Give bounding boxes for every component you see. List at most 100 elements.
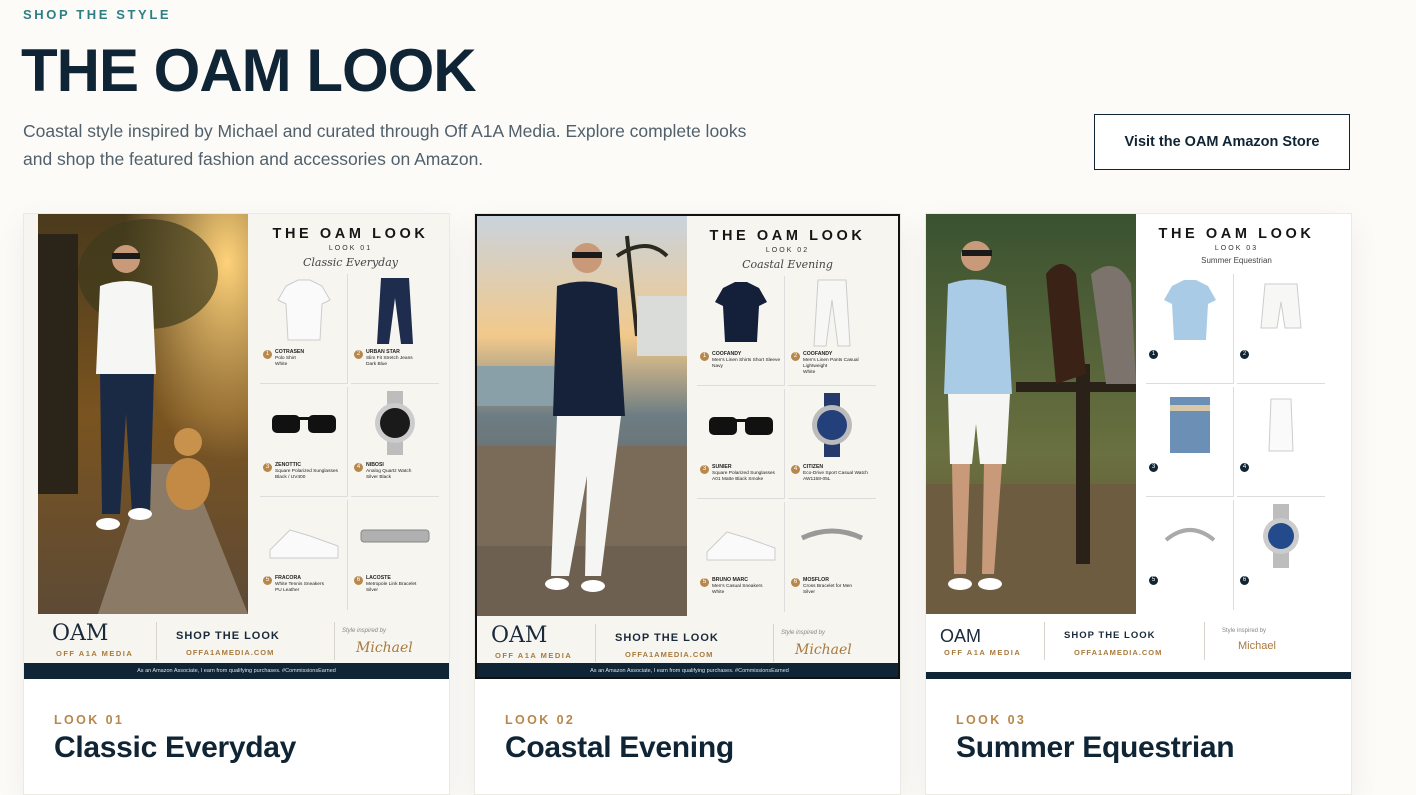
item-color: AW1158-05L [803,477,831,482]
item-desc: Polo Shirt [275,356,296,361]
look-title[interactable]: Classic Everyday [54,731,296,765]
signature: Michael [795,642,852,658]
item-number: 2 [791,352,800,361]
product-item[interactable]: 3 SUNIER Square Polarized Sunglasses A01 M… [697,389,785,499]
item-number: 3 [263,463,272,472]
item-color: White [712,590,725,595]
item-number: 4 [1240,463,1249,472]
look-poster[interactable]: THE OAM LOOK LOOK 02 Coastal Evening 1 C… [475,214,900,679]
oam-logo-sub: OFF A1A MEDIA [56,649,134,658]
item-number: 6 [354,576,363,585]
amazon-store-button[interactable]: Visit the OAM Amazon Store [1094,114,1350,170]
item-number: 1 [263,350,272,359]
look-number: LOOK 01 [54,713,125,727]
product-item[interactable]: 3 [1146,387,1234,497]
product-item[interactable]: 6 MOSFLOR Cross Bracelet for Men Silver [788,502,876,612]
product-item[interactable]: 4 [1237,387,1325,497]
poster-look-number: LOOK 01 [328,245,373,252]
item-brand: NIBOSI [366,462,384,468]
shop-the-look-label: SHOP THE LOOK [1064,630,1156,641]
product-item[interactable]: 1 COTRASEN Polo Shirt White [260,274,348,384]
item-number: 3 [700,465,709,474]
product-item[interactable]: 1 COOFANDY Men's Linen Shirts Short Sleev… [697,276,785,386]
woven-belt-icon [1170,397,1210,453]
inspired-label: Style inspired by [342,628,387,634]
product-item[interactable]: 5 FRACORA White Tennis Sneakers PU Leather [260,500,348,610]
item-desc: Men's Linen Shirts Short Sleeve [712,358,781,363]
affiliate-disclaimer [926,672,1351,679]
item-color: Dark Blue [366,362,388,367]
sneaker-icon [269,529,339,559]
look-card-3[interactable]: THE OAM LOOK LOOK 03 Summer Equestrian 1… [925,213,1352,795]
footer-divider [156,622,157,660]
sunglasses-icon [272,415,336,433]
look-poster[interactable]: THE OAM LOOK LOOK 03 Summer Equestrian 1… [926,214,1351,679]
product-item[interactable]: 2 [1237,274,1325,384]
signature: Michael [356,640,413,656]
model-photo [38,214,248,614]
oam-logo-sub: OFF A1A MEDIA [495,651,573,660]
signature: Michael [1238,640,1276,652]
item-number: 4 [791,465,800,474]
linen-pants-icon [813,279,851,347]
look-title[interactable]: Coastal Evening [505,731,734,765]
poster-footer: OAM OFF A1A MEDIA SHOP THE LOOK OFFA1AME… [926,618,1337,663]
look-title[interactable]: Summer Equestrian [956,731,1235,765]
affiliate-disclaimer: As an Amazon Associate, I earn from qual… [477,663,898,677]
affiliate-disclaimer: As an Amazon Associate, I earn from qual… [24,663,449,679]
item-number: 1 [700,352,709,361]
item-color: Navy [712,364,723,369]
model-photo [926,214,1136,614]
look-card-1[interactable]: THE OAM LOOK LOOK 01 Classic Everyday 1 … [23,213,450,795]
item-number: 1 [1149,350,1158,359]
item-color: Silver Black [366,475,392,480]
polo-shirt-icon [277,279,331,341]
item-color: Black / UV400 [275,475,306,480]
poster-look-number: LOOK 03 [1214,245,1259,252]
product-item[interactable]: 6 LACOSTE Metropole Link Bracelet Silver [351,500,439,610]
item-color: Silver [366,588,378,593]
item-color: White [275,362,288,367]
item-desc: Eco-Drive Sport Casual Watch [803,471,868,476]
product-item[interactable]: 2 COOFANDY Men's Linen Pants Casual Light… [788,276,876,386]
item-desc: Square Polarized Sunglasses [712,471,775,476]
item-color: Silver [803,590,815,595]
product-item[interactable]: 5 [1146,500,1234,610]
item-desc: Cross Bracelet for Men [803,584,853,589]
bracelet-icon [360,529,430,543]
item-color: White [803,370,816,375]
product-item[interactable]: 4 CITIZEN Eco-Drive Sport Casual Watch AW1… [788,389,876,499]
item-brand: MOSFLOR [803,577,829,583]
oam-logo-sub: OFF A1A MEDIA [944,648,1022,657]
item-brand: LACOSTE [366,575,391,581]
product-item[interactable]: 1 [1146,274,1234,384]
item-brand: COOFANDY [803,351,833,357]
item-number: 4 [354,463,363,472]
product-item[interactable]: 5 BRUNO MARC Men's Casual Sneakers White [697,502,785,612]
item-number: 5 [1149,576,1158,585]
item-brand: CITIZEN [803,464,824,470]
product-item[interactable]: 2 URBAN STAR Slim Fit Stretch Jeans Dark B… [351,274,439,384]
item-number: 5 [263,576,272,585]
item-number: 6 [791,578,800,587]
look-card-2[interactable]: THE OAM LOOK LOOK 02 Coastal Evening 1 C… [474,213,901,795]
item-brand: COTRASEN [275,349,305,355]
oam-logo: OAM [940,626,982,646]
poster-title: THE OAM LOOK [272,226,429,242]
sunglasses-icon [709,417,773,435]
product-item[interactable]: 3 ZENOTTIC Square Polarized Sunglasses Bla… [260,387,348,497]
look-number: LOOK 03 [956,713,1027,727]
footer-divider [595,624,596,662]
look-poster[interactable]: THE OAM LOOK LOOK 01 Classic Everyday 1 … [24,214,449,679]
shop-url: OFFA1AMEDIA.COM [186,648,275,657]
product-item[interactable]: 4 NIBOSI Analog Quartz Watch Silver Black [351,387,439,497]
item-color: A01 Matte Black Smoke [712,477,764,482]
product-item[interactable]: 6 [1237,500,1325,610]
item-brand: ZENOTTIC [275,462,301,468]
intro-text: Coastal style inspired by Michael and cu… [23,121,747,169]
watch-icon [375,391,415,455]
poster-footer: OAM OFF A1A MEDIA SHOP THE LOOK OFFA1AME… [477,620,888,665]
product-grid: 1 COTRASEN Polo Shirt White 2 URBAN STAR Sl… [260,274,442,610]
sneaker-icon [706,531,776,561]
item-number: 2 [354,350,363,359]
